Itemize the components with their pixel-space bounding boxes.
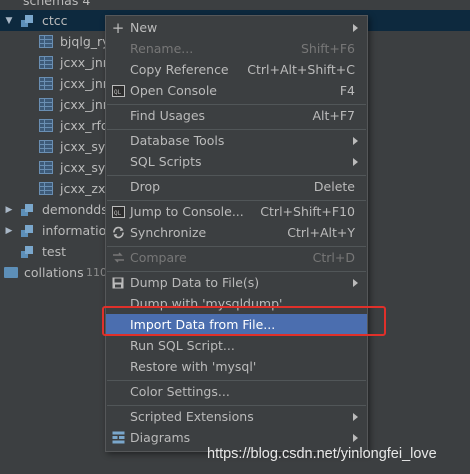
menu-item-database-tools[interactable]: Database Tools — [106, 130, 367, 151]
menu-item-label: Run SQL Script... — [130, 338, 235, 353]
menu-item-compare[interactable]: Compare Ctrl+D — [106, 247, 367, 268]
menu-item-label: Synchronize — [130, 225, 207, 240]
schema-icon — [21, 14, 34, 27]
menu-item-new[interactable]: + New — [106, 17, 367, 38]
schema-name: test — [42, 244, 67, 259]
menu-item-label: Dump Data to File(s) — [130, 275, 260, 290]
diagram-icon — [111, 431, 125, 445]
table-icon — [39, 98, 53, 111]
table-icon — [39, 56, 53, 69]
menu-item-label: Jump to Console... — [130, 204, 244, 219]
menu-item-copy-reference[interactable]: Copy Reference Ctrl+Alt+Shift+C — [106, 59, 367, 80]
plus-icon: + — [111, 18, 125, 37]
menu-item-drop[interactable]: Drop Delete — [106, 176, 367, 197]
schema-icon — [21, 224, 34, 237]
shortcut-label: Shift+F6 — [300, 41, 355, 56]
menu-item-label: Color Settings... — [130, 384, 230, 399]
schema-name: information — [42, 223, 115, 238]
table-icon — [39, 119, 53, 132]
collations-label: collations — [24, 265, 84, 280]
folder-icon — [4, 267, 18, 278]
menu-item-label: Copy Reference — [130, 62, 229, 77]
expand-arrow-icon[interactable]: ▼ — [4, 16, 14, 26]
shortcut-label: Ctrl+Alt+Shift+C — [247, 62, 355, 77]
collations-count: 110 — [86, 266, 107, 279]
menu-item-label: Database Tools — [130, 133, 225, 148]
menu-item-label: Drop — [130, 179, 161, 194]
console-icon: QL — [111, 84, 125, 98]
compare-icon — [111, 251, 125, 265]
submenu-arrow-icon — [353, 278, 358, 287]
menu-item-run-sql-script[interactable]: Run SQL Script... — [106, 335, 367, 356]
table-icon — [39, 161, 53, 174]
shortcut-label: Alt+F7 — [312, 108, 355, 123]
menu-item-diagrams[interactable]: Diagrams — [106, 427, 367, 448]
shortcut-label: F4 — [339, 83, 355, 98]
menu-item-label: Open Console — [130, 83, 217, 98]
schema-name: demondds — [42, 202, 108, 217]
menu-item-scripted-extensions[interactable]: Scripted Extensions — [106, 406, 367, 427]
menu-item-label: Rename... — [130, 41, 194, 56]
menu-item-rename[interactable]: Rename... Shift+F6 — [106, 38, 367, 59]
svg-text:QL: QL — [114, 89, 122, 96]
svg-text:QL: QL — [114, 210, 122, 217]
menu-item-label: New — [130, 20, 158, 35]
console-icon: QL — [111, 205, 125, 219]
shortcut-label: Ctrl+Shift+F10 — [260, 204, 355, 219]
schemas-label: schemas 4 — [23, 0, 91, 8]
table-icon — [39, 140, 53, 153]
submenu-arrow-icon — [353, 433, 358, 442]
context-menu: + New Rename... Shift+F6 Copy Reference … — [105, 15, 368, 452]
menu-item-open-console[interactable]: QL Open Console F4 — [106, 80, 367, 101]
menu-item-synchronize[interactable]: Synchronize Ctrl+Alt+Y — [106, 222, 367, 243]
menu-item-find-usages[interactable]: Find Usages Alt+F7 — [106, 105, 367, 126]
schema-icon — [21, 245, 34, 258]
collapse-arrow-icon[interactable]: ▶ — [4, 226, 14, 236]
menu-item-color-settings[interactable]: Color Settings... — [106, 381, 367, 402]
menu-item-restore-with-mysql[interactable]: Restore with 'mysql' — [106, 356, 367, 377]
table-icon — [39, 182, 53, 195]
shortcut-label: Delete — [313, 179, 355, 194]
menu-item-jump-to-console[interactable]: QL Jump to Console... Ctrl+Shift+F10 — [106, 201, 367, 222]
sync-icon — [111, 226, 125, 240]
schema-name: ctcc — [42, 13, 68, 28]
collapse-arrow-icon[interactable]: ▶ — [4, 205, 14, 215]
save-icon — [111, 276, 125, 290]
submenu-arrow-icon — [353, 412, 358, 421]
table-name: bjqlg_ry — [60, 34, 110, 49]
watermark: https://blog.csdn.net/yinlongfei_love — [207, 446, 437, 462]
submenu-arrow-icon — [353, 157, 358, 166]
menu-item-label: Compare — [130, 250, 187, 265]
menu-item-label: SQL Scripts — [130, 154, 202, 169]
menu-item-label: Restore with 'mysql' — [130, 359, 257, 374]
menu-item-label: Diagrams — [130, 430, 191, 445]
submenu-arrow-icon — [353, 136, 358, 145]
annotation-highlight-box — [102, 306, 386, 336]
schema-icon — [21, 203, 34, 216]
shortcut-label: Ctrl+D — [312, 250, 355, 265]
shortcut-label: Ctrl+Alt+Y — [287, 225, 355, 240]
menu-item-sql-scripts[interactable]: SQL Scripts — [106, 151, 367, 172]
menu-item-label: Find Usages — [130, 108, 206, 123]
table-icon — [39, 77, 53, 90]
menu-item-label: Scripted Extensions — [130, 409, 254, 424]
table-icon — [39, 35, 53, 48]
submenu-arrow-icon — [353, 23, 358, 32]
menu-item-dump-data[interactable]: Dump Data to File(s) — [106, 272, 367, 293]
